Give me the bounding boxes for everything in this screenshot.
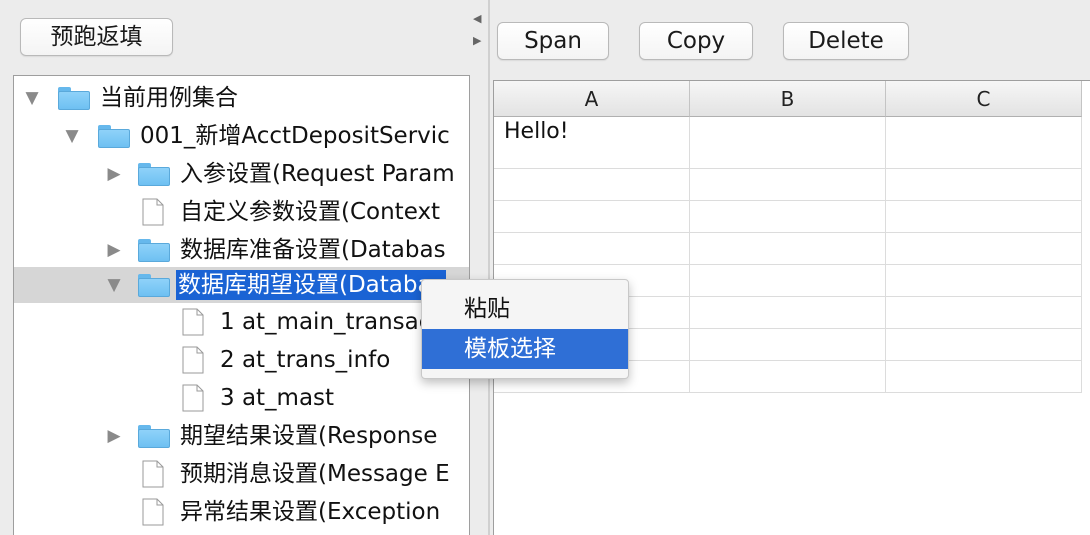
file-icon (182, 384, 204, 412)
expand-right-icon[interactable]: ▶ (104, 240, 124, 260)
expand-down-icon[interactable]: ▼ (22, 88, 42, 108)
grid-cell-c6[interactable] (886, 297, 1082, 329)
grid-cell-c8[interactable] (886, 361, 1082, 393)
tree-item-label: 自定义参数设置(Context (180, 199, 441, 225)
grid-cell-b2[interactable] (690, 169, 886, 201)
folder-icon (138, 239, 170, 262)
tree-item-root[interactable]: ▼ 当前用例集合 (14, 79, 469, 117)
split-pane-divider[interactable]: ◀ ▶ (470, 0, 488, 535)
span-button[interactable]: Span (497, 22, 609, 60)
context-menu[interactable]: 粘贴 模板选择 (421, 279, 629, 379)
expand-down-icon[interactable]: ▼ (104, 275, 124, 295)
folder-icon (58, 87, 90, 110)
prefill-button[interactable]: 预跑返填 (20, 18, 173, 56)
column-header-b[interactable]: B (690, 81, 886, 117)
folder-icon (138, 425, 170, 448)
folder-icon (138, 163, 170, 186)
tree-item-table[interactable]: 1 at_main_transaction (14, 303, 469, 341)
grid-cell-c5[interactable] (886, 265, 1082, 297)
grid-cell-c2[interactable] (886, 169, 1082, 201)
file-icon (142, 460, 164, 488)
menu-item-paste[interactable]: 粘贴 (422, 289, 628, 329)
grid-cell-a1[interactable]: Hello! (494, 117, 690, 169)
tree-item-label: 入参设置(Request Param (180, 161, 455, 187)
tree-item-label: 001_新增AcctDepositServic (140, 123, 450, 149)
grid-cell-b8[interactable] (690, 361, 886, 393)
tree-item-case[interactable]: ▼ 001_新增AcctDepositServic (14, 117, 469, 155)
column-header-a[interactable]: A (494, 81, 690, 117)
file-icon (142, 198, 164, 226)
grid-cell-c7[interactable] (886, 329, 1082, 361)
grid-cell-b4[interactable] (690, 233, 886, 265)
tree-item-db-expect[interactable]: ▼ 数据库期望设置(Databas (14, 267, 469, 303)
grid-cell-a3[interactable] (494, 201, 690, 233)
tree-item-label: 数据库准备设置(Databas (180, 237, 446, 263)
grid-cell-a2[interactable] (494, 169, 690, 201)
grid-cell-b3[interactable] (690, 201, 886, 233)
test-case-tree[interactable]: ▼ 当前用例集合 ▼ 001_新增AcctDepositServic ▶ 入参设… (13, 75, 470, 535)
tree-item-table[interactable]: 3 at_mast (14, 379, 469, 417)
expand-down-icon[interactable]: ▼ (62, 126, 82, 146)
tree-item-table[interactable]: 2 at_trans_info (14, 341, 469, 379)
collapse-right-icon[interactable]: ▶ (473, 34, 481, 47)
menu-item-template-select[interactable]: 模板选择 (422, 329, 628, 369)
file-icon (182, 346, 204, 374)
tree-item-response[interactable]: ▶ 期望结果设置(Response (14, 417, 469, 455)
tree-item-exception[interactable]: 异常结果设置(Exception (14, 493, 469, 531)
tree-item-request-params[interactable]: ▶ 入参设置(Request Param (14, 155, 469, 193)
collapse-left-icon[interactable]: ◀ (473, 12, 481, 25)
grid-cell-b7[interactable] (690, 329, 886, 361)
folder-icon (138, 274, 170, 297)
grid-cell-c3[interactable] (886, 201, 1082, 233)
tree-item-context[interactable]: 自定义参数设置(Context (14, 193, 469, 231)
file-icon (182, 308, 204, 336)
tree-item-label-selected: 数据库期望设置(Databas (176, 270, 446, 300)
folder-icon (98, 125, 130, 148)
expand-right-icon[interactable]: ▶ (104, 426, 124, 446)
grid-cell-b1[interactable] (690, 117, 886, 169)
grid-cell-c1[interactable] (886, 117, 1082, 169)
tree-item-message[interactable]: 预期消息设置(Message E (14, 455, 469, 493)
tree-item-db-prepare[interactable]: ▶ 数据库准备设置(Databas (14, 231, 469, 269)
tree-item-label: 异常结果设置(Exception (180, 499, 441, 525)
file-icon (142, 498, 164, 526)
expand-right-icon[interactable]: ▶ (104, 164, 124, 184)
tree-item-label: 期望结果设置(Response (180, 423, 438, 449)
divider (488, 0, 490, 535)
grid-cell-b6[interactable] (690, 297, 886, 329)
tree-item-label: 2 at_trans_info (220, 347, 391, 373)
column-header-c[interactable]: C (886, 81, 1082, 117)
tree-item-label: 预期消息设置(Message E (180, 461, 450, 487)
delete-button[interactable]: Delete (783, 22, 909, 60)
tree-item-label: 3 at_mast (220, 385, 335, 411)
tree-item-label: 当前用例集合 (100, 85, 238, 111)
grid-cell-c4[interactable] (886, 233, 1082, 265)
grid-cell-a4[interactable] (494, 233, 690, 265)
grid-cell-b5[interactable] (690, 265, 886, 297)
copy-button[interactable]: Copy (639, 22, 753, 60)
